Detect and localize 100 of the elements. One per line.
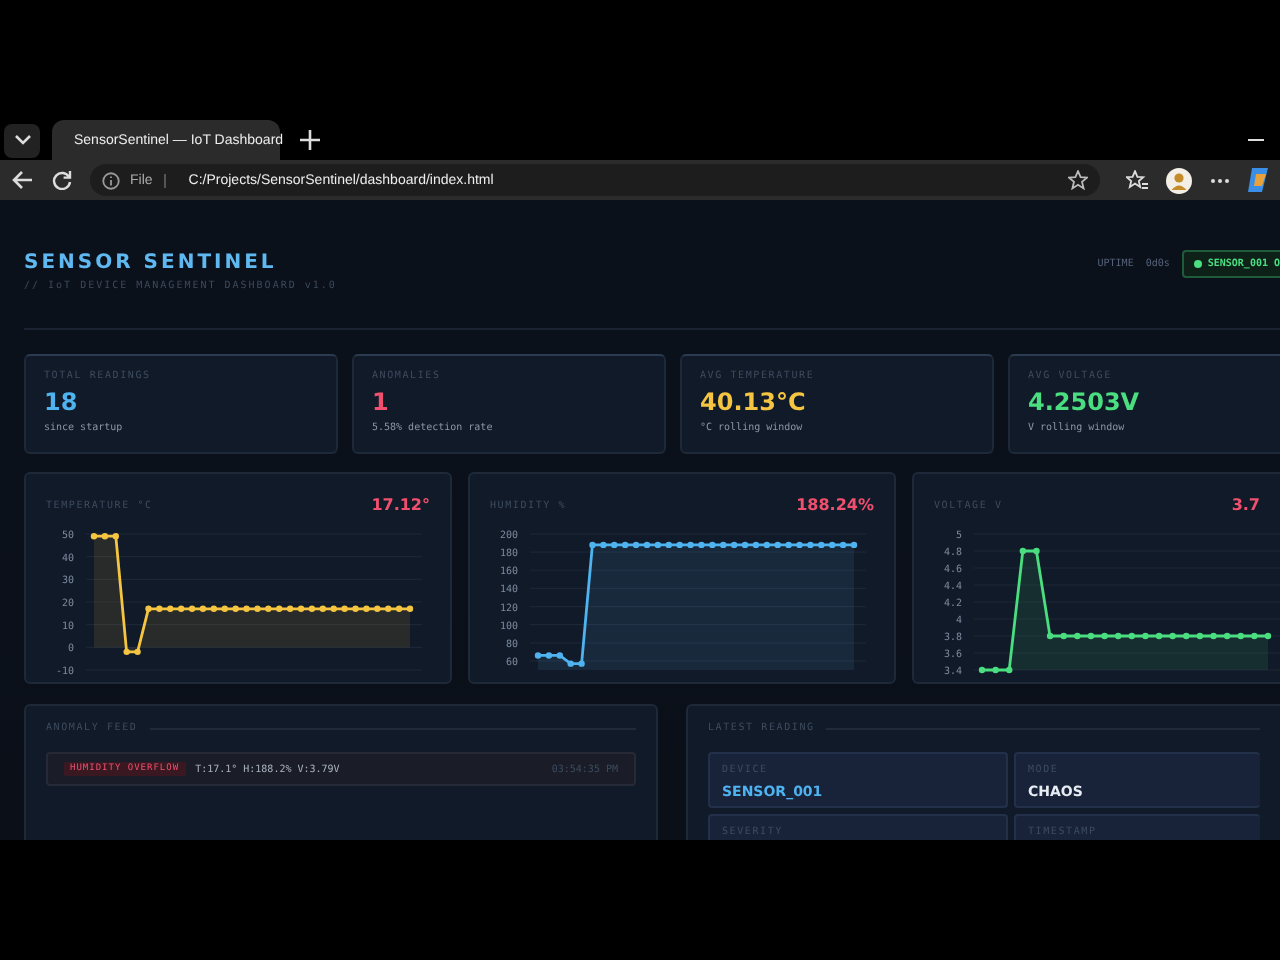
data-point (232, 605, 239, 612)
data-point (1210, 632, 1217, 640)
data-point (818, 541, 825, 549)
data-point (643, 541, 651, 549)
data-point (406, 605, 414, 612)
refresh-icon[interactable] (52, 170, 72, 190)
data-point (741, 541, 749, 549)
data-point (156, 605, 163, 612)
data-point (763, 541, 771, 549)
back-icon[interactable] (12, 170, 34, 190)
data-point (341, 605, 348, 612)
info-icon (102, 171, 120, 189)
data-point (709, 541, 716, 549)
data-point (752, 541, 760, 549)
data-point (1169, 632, 1176, 640)
data-point (807, 541, 814, 549)
data-point (774, 541, 781, 549)
data-point (177, 605, 185, 612)
data-point (1223, 632, 1231, 640)
data-point (687, 541, 694, 549)
data-point (839, 541, 847, 549)
data-point (992, 666, 999, 674)
data-point (556, 652, 563, 659)
data-point (243, 605, 250, 612)
tab-list-button[interactable] (4, 123, 40, 157)
status-dot-icon (1193, 260, 1202, 268)
data-point (254, 605, 261, 612)
data-point (167, 605, 174, 612)
data-point (578, 660, 585, 667)
data-point (101, 533, 109, 540)
data-point (785, 541, 792, 549)
chart-reading: 17.12° (371, 496, 430, 514)
data-point (829, 541, 836, 549)
data-point (1074, 632, 1081, 640)
data-point (567, 660, 574, 667)
data-point (221, 605, 228, 612)
data-point (978, 666, 986, 674)
data-point (1155, 632, 1163, 640)
data-point (1033, 547, 1040, 555)
more-icon[interactable] (1210, 177, 1230, 183)
data-point (330, 605, 337, 612)
data-point (698, 541, 705, 549)
data-point (199, 605, 207, 612)
data-point (589, 541, 596, 549)
star-icon[interactable] (1068, 170, 1088, 190)
app-title: SENSOR SENTINEL (24, 252, 279, 274)
data-point (534, 652, 542, 659)
data-point (352, 605, 359, 612)
chart-reading: 188.24% (796, 496, 874, 514)
stat-value: 1 (372, 388, 391, 416)
data-point (621, 541, 629, 549)
data-point (363, 605, 370, 612)
data-point (1060, 632, 1067, 640)
data-point (308, 605, 316, 612)
data-point (1183, 632, 1190, 640)
data-point (632, 541, 640, 549)
stat-value: 18 (44, 388, 80, 416)
favorites-icon[interactable] (1126, 170, 1148, 190)
data-point (90, 533, 98, 540)
data-point (654, 541, 662, 549)
stat-value: 4.2503V (1028, 388, 1142, 416)
data-point (1087, 632, 1095, 640)
data-point (1237, 632, 1244, 640)
data-point (665, 541, 672, 549)
data-point (134, 648, 141, 656)
data-point (600, 541, 607, 549)
data-point (123, 648, 130, 656)
data-point (286, 605, 294, 612)
data-point (545, 652, 553, 659)
data-point (1251, 632, 1258, 640)
avatar-icon[interactable] (1166, 167, 1192, 193)
data-point (265, 605, 272, 612)
data-point (1142, 632, 1149, 640)
data-point (720, 541, 727, 549)
data-point (1006, 666, 1013, 674)
data-point (395, 605, 403, 612)
data-point (676, 541, 683, 549)
stat-value: 40.13°C (700, 388, 808, 416)
data-point (730, 541, 738, 549)
data-point (297, 605, 305, 612)
data-point (611, 541, 618, 549)
data-point (1046, 632, 1054, 640)
minimize-icon[interactable] (1248, 138, 1264, 142)
data-point (385, 605, 392, 612)
data-point (188, 605, 196, 612)
chart-reading: 3.7 (1231, 496, 1260, 514)
data-point (319, 605, 327, 612)
data-point (850, 541, 858, 549)
chevron-down-icon (13, 134, 31, 146)
data-point (796, 541, 803, 549)
data-point (1101, 632, 1108, 640)
data-point (1196, 632, 1204, 640)
data-point (1128, 632, 1135, 640)
new-tab-icon[interactable] (300, 130, 320, 150)
data-point (145, 605, 152, 612)
data-point (210, 605, 218, 612)
data-point (374, 605, 381, 612)
data-point (1115, 632, 1122, 640)
data-point (1019, 547, 1027, 555)
data-point (112, 533, 119, 540)
